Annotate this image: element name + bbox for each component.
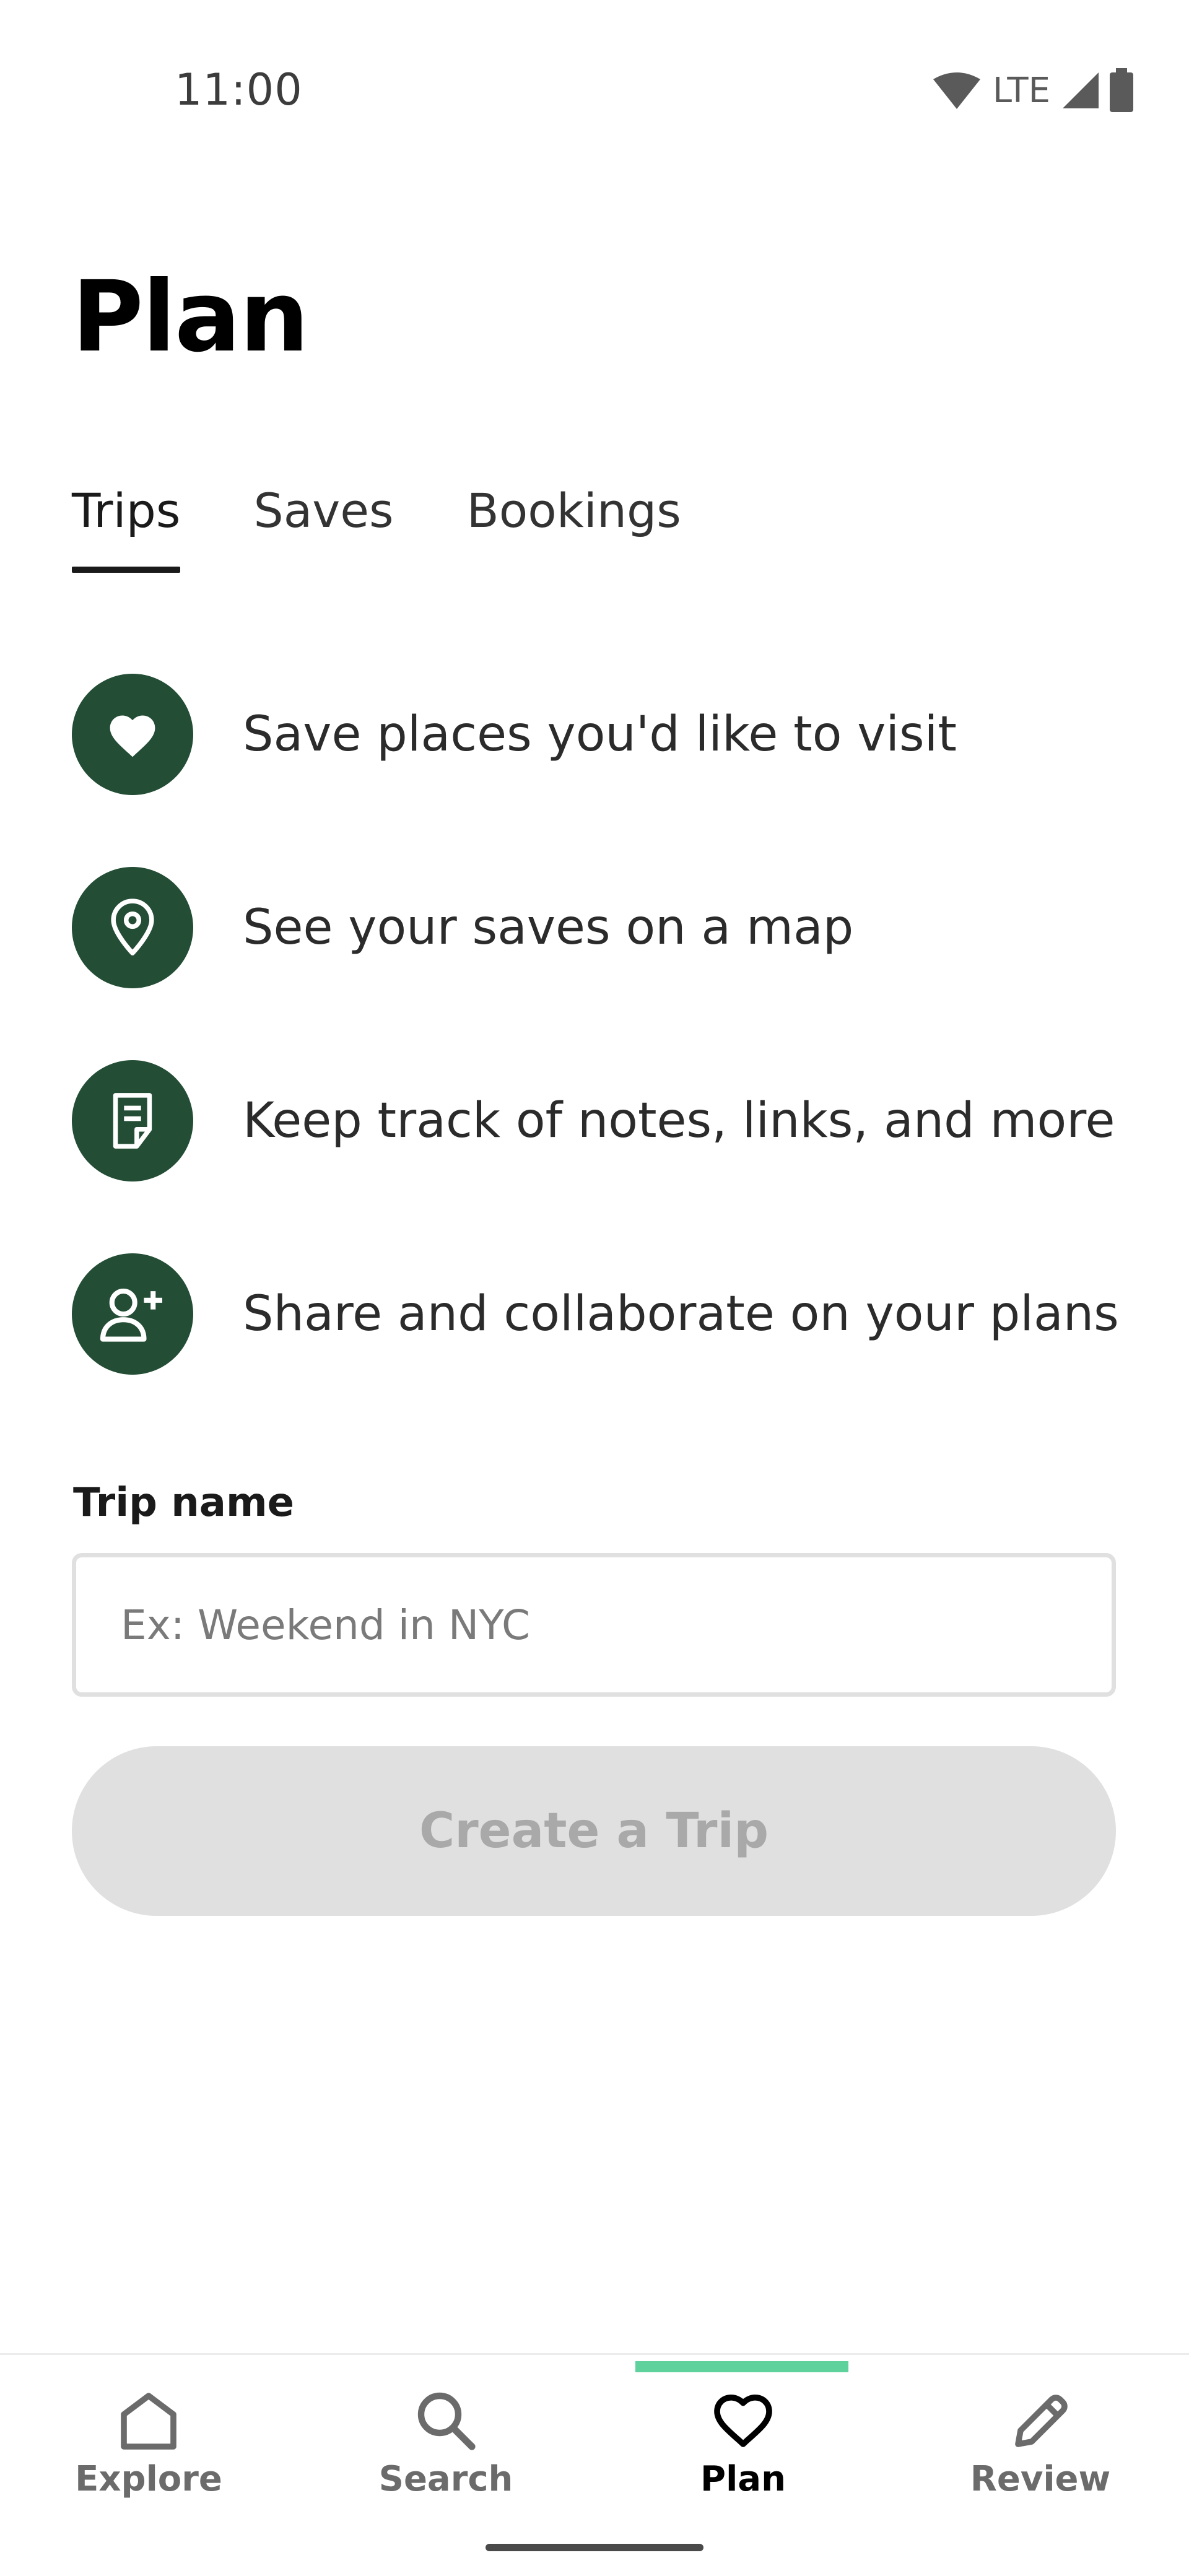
feature-item-share: Share and collaborate on your plans [72,1252,1119,1376]
nav-item-explore[interactable]: Explore [0,2390,297,2526]
nav-label: Plan [700,2459,786,2499]
wifi-icon [933,72,980,109]
network-label: LTE [992,70,1050,111]
feature-item-map: See your saves on a map [72,866,1119,990]
page-title: Plan [72,260,309,374]
map-pin-icon [72,867,193,988]
nav-label: Review [970,2459,1111,2499]
search-icon [417,2392,476,2450]
heart-icon [72,674,193,795]
nav-label: Search [378,2459,513,2499]
feature-text: Save places you'd like to visit [243,707,957,762]
note-icon [72,1060,193,1181]
heart-icon [714,2395,772,2447]
signal-icon [1063,72,1099,108]
status-icons: LTE [932,66,1135,115]
trip-name-label: Trip name [73,1480,295,1526]
home-icon [121,2393,176,2450]
feature-text: Keep track of notes, links, and more [243,1093,1115,1149]
feature-text: See your saves on a map [243,900,854,955]
feature-list: Save places you'd like to visit See your… [72,672,1119,1445]
nav-item-plan[interactable]: Plan [594,2390,892,2526]
trip-name-input[interactable] [72,1553,1116,1697]
feature-item-save: Save places you'd like to visit [72,672,1119,796]
status-bar: 11:00 LTE [0,0,1189,186]
tab-saves[interactable]: Saves [253,483,393,573]
create-trip-button[interactable]: Create a Trip [72,1746,1116,1916]
status-time: 11:00 [175,64,303,115]
pencil-icon [1015,2395,1068,2447]
battery-icon [1110,68,1133,112]
feature-item-notes: Keep track of notes, links, and more [72,1059,1119,1183]
bottom-nav: Explore Search Plan Review [0,2353,1189,2576]
plan-screen: 11:00 LTE Plan Trips Saves Bookings Save… [0,0,1189,2576]
tab-bookings[interactable]: Bookings [467,483,681,573]
nav-label: Explore [75,2459,222,2499]
feature-text: Share and collaborate on your plans [243,1286,1119,1342]
active-tab-indicator [635,2361,848,2372]
plan-tabs: Trips Saves Bookings [72,483,754,573]
nav-item-review[interactable]: Review [892,2390,1189,2526]
home-gesture-bar[interactable] [486,2544,703,2551]
add-user-icon [72,1253,193,1375]
tab-trips[interactable]: Trips [72,483,181,573]
nav-item-search[interactable]: Search [297,2390,594,2526]
